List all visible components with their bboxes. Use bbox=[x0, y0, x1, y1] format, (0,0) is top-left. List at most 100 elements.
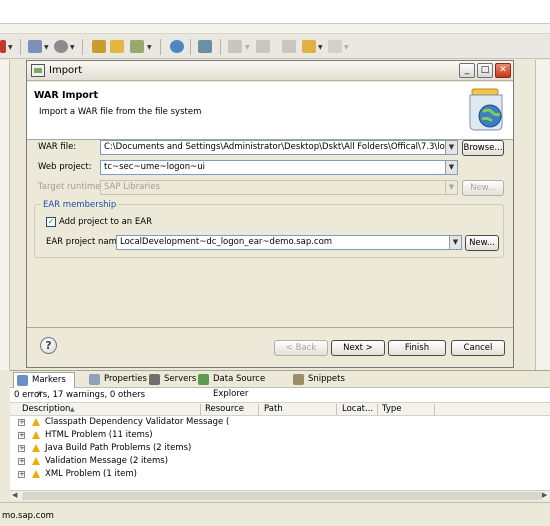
warning-icon bbox=[32, 470, 40, 478]
marker-row[interactable]: + XML Problem (1 item) bbox=[10, 469, 210, 481]
tab-markers[interactable]: Markers ✗ bbox=[13, 372, 75, 400]
tab-data-source-label: Data Source Explorer bbox=[213, 374, 266, 399]
tab-properties[interactable]: Properties bbox=[86, 372, 147, 388]
gear-icon[interactable] bbox=[54, 40, 68, 53]
last-edit-icon[interactable] bbox=[282, 40, 296, 53]
minimize-button[interactable]: _ bbox=[459, 63, 475, 78]
column-divider[interactable] bbox=[377, 404, 378, 415]
import-window-icon bbox=[31, 64, 45, 77]
column-divider[interactable] bbox=[336, 404, 337, 415]
target-runtime-label: Target runtime: bbox=[38, 182, 104, 192]
expand-icon[interactable]: + bbox=[18, 419, 25, 426]
chevron-down-icon[interactable]: ▼ bbox=[449, 236, 461, 249]
tab-snippets[interactable]: Snippets bbox=[290, 372, 350, 388]
wizard-header: WAR Import Import a WAR file from the fi… bbox=[27, 82, 513, 140]
toolbar-separator bbox=[190, 39, 191, 55]
tab-properties-label: Properties bbox=[104, 374, 147, 384]
dropdown-arrow-icon[interactable]: ▼ bbox=[318, 44, 323, 51]
dropdown-arrow-icon[interactable]: ▼ bbox=[70, 44, 75, 51]
ear-project-name-label: EAR project name: bbox=[46, 237, 125, 247]
column-path[interactable]: Path bbox=[264, 404, 283, 414]
toolbar-separator bbox=[160, 39, 161, 55]
add-to-ear-label[interactable]: Add project to an EAR bbox=[59, 217, 152, 227]
tab-data-source-explorer[interactable]: Data Source Explorer bbox=[195, 372, 293, 399]
web-project-combo[interactable]: tc~sec~ume~logon~ui ▼ bbox=[100, 160, 458, 175]
markers-summary: 0 errors, 17 warnings, 0 others bbox=[14, 390, 146, 400]
marker-row-label: Java Build Path Problems (2 items) bbox=[45, 443, 192, 453]
next-button[interactable]: Next > bbox=[331, 340, 385, 356]
ear-project-combo[interactable]: LocalDevelopment~dc_logon_ear~demo.sap.c… bbox=[116, 235, 462, 250]
chevron-down-icon[interactable]: ▼ bbox=[445, 141, 457, 154]
new-ear-button[interactable]: New... bbox=[465, 235, 499, 251]
marker-row[interactable]: + Validation Message (2 items) bbox=[10, 456, 210, 468]
maximize-button[interactable]: □ bbox=[477, 63, 493, 78]
marker-row-label: Validation Message (2 items) bbox=[45, 456, 169, 466]
run-icon[interactable] bbox=[0, 40, 6, 53]
dropdown-arrow-icon[interactable]: ▼ bbox=[147, 44, 152, 51]
cancel-button[interactable]: Cancel bbox=[451, 340, 505, 356]
web-project-label: Web project: bbox=[38, 162, 92, 172]
new-runtime-button: New... bbox=[462, 180, 504, 196]
wizard-description: Import a WAR file from the file system bbox=[39, 107, 202, 117]
warning-icon bbox=[32, 418, 40, 426]
open-type-icon[interactable] bbox=[92, 40, 106, 53]
annotation-icon[interactable] bbox=[228, 40, 242, 53]
wizard-title: WAR Import bbox=[34, 90, 99, 101]
column-divider[interactable] bbox=[258, 404, 259, 415]
column-location[interactable]: Locat... bbox=[342, 404, 373, 414]
add-to-ear-checkbox[interactable]: ✓ bbox=[46, 217, 56, 227]
tab-servers[interactable]: Servers bbox=[146, 372, 201, 388]
dropdown-arrow-icon[interactable]: ▼ bbox=[344, 44, 349, 51]
war-file-value: C:\Documents and Settings\Administrator\… bbox=[104, 142, 458, 152]
expand-icon[interactable]: + bbox=[18, 458, 25, 465]
scrollbar-thumb[interactable] bbox=[22, 492, 542, 500]
expand-icon[interactable]: + bbox=[18, 432, 25, 439]
dialog-title: Import bbox=[49, 65, 83, 76]
column-divider[interactable] bbox=[200, 404, 201, 415]
column-description[interactable]: Description bbox=[22, 404, 70, 414]
dialog-titlebar[interactable]: Import _ □ ✕ bbox=[27, 61, 513, 81]
war-file-combo[interactable]: C:\Documents and Settings\Administrator\… bbox=[100, 140, 458, 155]
brush-icon[interactable] bbox=[130, 40, 144, 53]
properties-icon bbox=[89, 374, 100, 385]
warning-icon bbox=[32, 457, 40, 465]
column-resource[interactable]: Resource bbox=[205, 404, 244, 414]
next-annotation-icon[interactable] bbox=[256, 40, 270, 53]
target-runtime-value: SAP Libraries bbox=[104, 182, 160, 192]
finish-button[interactable]: Finish bbox=[388, 340, 446, 356]
browse-button[interactable]: Browse... bbox=[462, 140, 504, 156]
back-arrow-icon[interactable] bbox=[302, 40, 316, 53]
open-folder-icon[interactable] bbox=[110, 40, 124, 53]
footer-separator bbox=[27, 327, 513, 328]
dropdown-arrow-icon[interactable]: ▼ bbox=[245, 44, 250, 51]
close-button[interactable]: ✕ bbox=[495, 63, 511, 78]
web-project-value: tc~sec~ume~logon~ui bbox=[104, 162, 206, 172]
column-type[interactable]: Type bbox=[382, 404, 402, 414]
expand-icon[interactable]: + bbox=[18, 471, 25, 478]
markers-column-header: Description ▲ Resource Path Locat... Typ… bbox=[10, 402, 550, 416]
help-icon[interactable]: ? bbox=[40, 337, 57, 354]
globe-icon[interactable] bbox=[170, 40, 184, 53]
column-divider[interactable] bbox=[434, 404, 435, 415]
chevron-down-icon[interactable]: ▼ bbox=[445, 161, 457, 174]
warning-icon bbox=[32, 431, 40, 439]
marker-row[interactable]: + Classpath Dependency Validator Message… bbox=[10, 417, 229, 429]
people-icon[interactable] bbox=[198, 40, 212, 53]
new-wizard-icon[interactable] bbox=[28, 40, 42, 53]
chevron-down-icon: ▼ bbox=[445, 181, 457, 194]
scroll-left-icon[interactable]: ◀ bbox=[12, 491, 17, 499]
dropdown-arrow-icon[interactable]: ▼ bbox=[44, 44, 49, 51]
markers-icon bbox=[17, 375, 28, 386]
marker-row[interactable]: + HTML Problem (11 items) bbox=[10, 430, 210, 442]
data-source-icon bbox=[198, 374, 209, 385]
right-editor-pane bbox=[535, 60, 550, 370]
horizontal-scrollbar[interactable]: ◀ ▶ bbox=[10, 490, 550, 500]
expand-icon[interactable]: + bbox=[18, 445, 25, 452]
forward-arrow-icon[interactable] bbox=[328, 40, 342, 53]
scroll-right-icon[interactable]: ▶ bbox=[542, 491, 547, 499]
back-button: < Back bbox=[274, 340, 328, 356]
marker-row[interactable]: + Java Build Path Problems (2 items) bbox=[10, 443, 210, 455]
dropdown-arrow-icon[interactable]: ▼ bbox=[8, 44, 13, 51]
sort-ascending-icon: ▲ bbox=[70, 406, 75, 413]
tab-snippets-label: Snippets bbox=[308, 374, 345, 384]
